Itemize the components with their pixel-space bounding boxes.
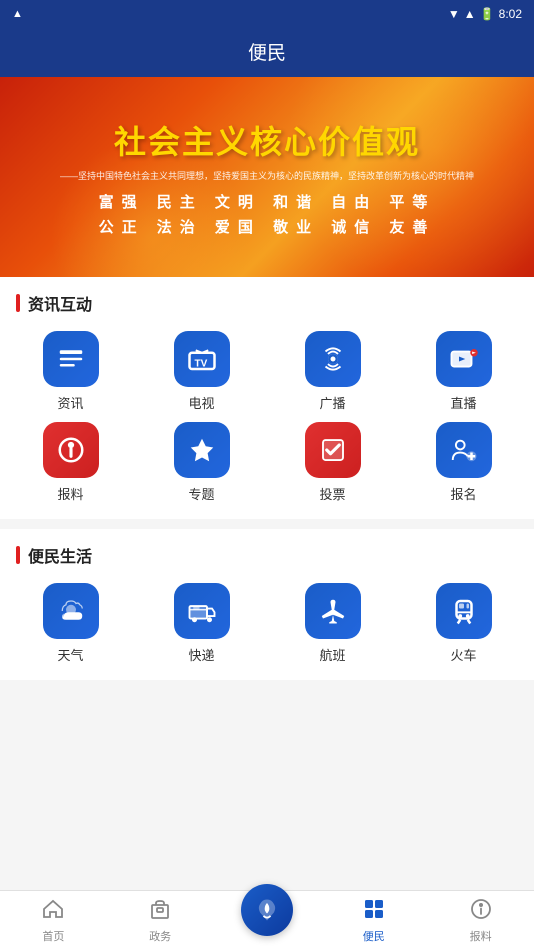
nav-tip-label: 报料 [470, 928, 492, 944]
section-info: 资讯互动 资讯 TV 电视 广播 [0, 277, 534, 519]
convenience-icon [362, 897, 386, 925]
nav-home-label: 首页 [42, 928, 64, 944]
page-title: 便民 [248, 43, 286, 64]
section-life: 便民生活 天气 快递 航班 [0, 529, 534, 680]
news-label: 资讯 [57, 393, 83, 412]
grid-item-train[interactable]: 火车 [403, 583, 524, 664]
banner: 社会主义核心价值观 ——坚持中国特色社会主义共同理想，坚持爱国主义为核心的民族精… [0, 77, 534, 277]
grid-item-tv[interactable]: TV 电视 [141, 331, 262, 412]
radio-label: 广播 [319, 393, 345, 412]
radio-icon [305, 331, 361, 387]
live-label: 直播 [450, 393, 476, 412]
vote-label: 投票 [319, 484, 345, 503]
nav-gov-label: 政务 [149, 928, 171, 944]
battery-icon: 🔋 [480, 7, 495, 21]
flight-icon [305, 583, 361, 639]
grid-item-special[interactable]: 专题 [141, 422, 262, 503]
nav-convenience-label: 便民 [363, 928, 385, 944]
page-header: 便民 [0, 28, 534, 77]
live-icon [436, 331, 492, 387]
grid-item-flight[interactable]: 航班 [272, 583, 393, 664]
grid-item-news[interactable]: 资讯 [10, 331, 131, 412]
svg-text:TV: TV [194, 359, 207, 370]
grid-item-signup[interactable]: 报名 [403, 422, 524, 503]
banner-subtitle: ——坚持中国特色社会主义共同理想，坚持爱国主义为核心的民族精神，坚持改革创新为核… [40, 169, 494, 183]
status-bar: ▲ ▼ ▲ 🔋 8:02 [0, 0, 534, 28]
carrier-icon: ▲ [12, 8, 23, 20]
special-label: 专题 [188, 484, 214, 503]
nav-item-center[interactable] [214, 904, 321, 938]
section-life-title: 便民生活 [0, 529, 534, 575]
news-icon [43, 331, 99, 387]
banner-values-row2: 公正 法治 爱国 敬业 诚信 友善 [99, 216, 436, 237]
tv-label: 电视 [188, 393, 214, 412]
gov-icon [148, 897, 172, 925]
center-circle [241, 884, 293, 936]
grid-item-vote[interactable]: 投票 [272, 422, 393, 503]
nav-item-convenience[interactable]: 便民 [320, 891, 427, 950]
grid-item-weather[interactable]: 天气 [10, 583, 131, 664]
courier-label: 快递 [188, 645, 214, 664]
info-grid: 资讯 TV 电视 广播 直播 [0, 323, 534, 519]
section-info-title: 资讯互动 [0, 277, 534, 323]
main-scroll[interactable]: 资讯互动 资讯 TV 电视 广播 [0, 277, 534, 885]
bottom-nav: 首页 政务 [0, 890, 534, 950]
weather-icon [43, 583, 99, 639]
grid-item-report[interactable]: 报料 [10, 422, 131, 503]
grid-item-radio[interactable]: 广播 [272, 331, 393, 412]
courier-icon [174, 583, 230, 639]
home-icon [41, 897, 65, 925]
life-grid: 天气 快递 航班 火车 [0, 575, 534, 680]
wifi-icon: ▼ [448, 7, 460, 21]
weather-label: 天气 [57, 645, 83, 664]
vote-icon [305, 422, 361, 478]
train-icon [436, 583, 492, 639]
flight-label: 航班 [319, 645, 345, 664]
nav-item-home[interactable]: 首页 [0, 891, 107, 950]
signal-icon: ▲ [464, 7, 476, 21]
nav-item-tip[interactable]: 报料 [427, 891, 534, 950]
grid-item-live[interactable]: 直播 [403, 331, 524, 412]
tv-icon: TV [174, 331, 230, 387]
banner-values-row1: 富强 民主 文明 和谐 自由 平等 [99, 191, 436, 212]
time: 8:02 [499, 7, 522, 21]
report-label: 报料 [57, 484, 83, 503]
signup-icon [436, 422, 492, 478]
status-right: ▼ ▲ 🔋 8:02 [448, 7, 522, 21]
report-icon [43, 422, 99, 478]
tip-icon [469, 897, 493, 925]
banner-title: 社会主义核心价值观 [114, 117, 420, 163]
grid-item-courier[interactable]: 快递 [141, 583, 262, 664]
train-label: 火车 [450, 645, 476, 664]
signup-label: 报名 [450, 484, 476, 503]
special-icon [174, 422, 230, 478]
nav-item-gov[interactable]: 政务 [107, 891, 214, 950]
